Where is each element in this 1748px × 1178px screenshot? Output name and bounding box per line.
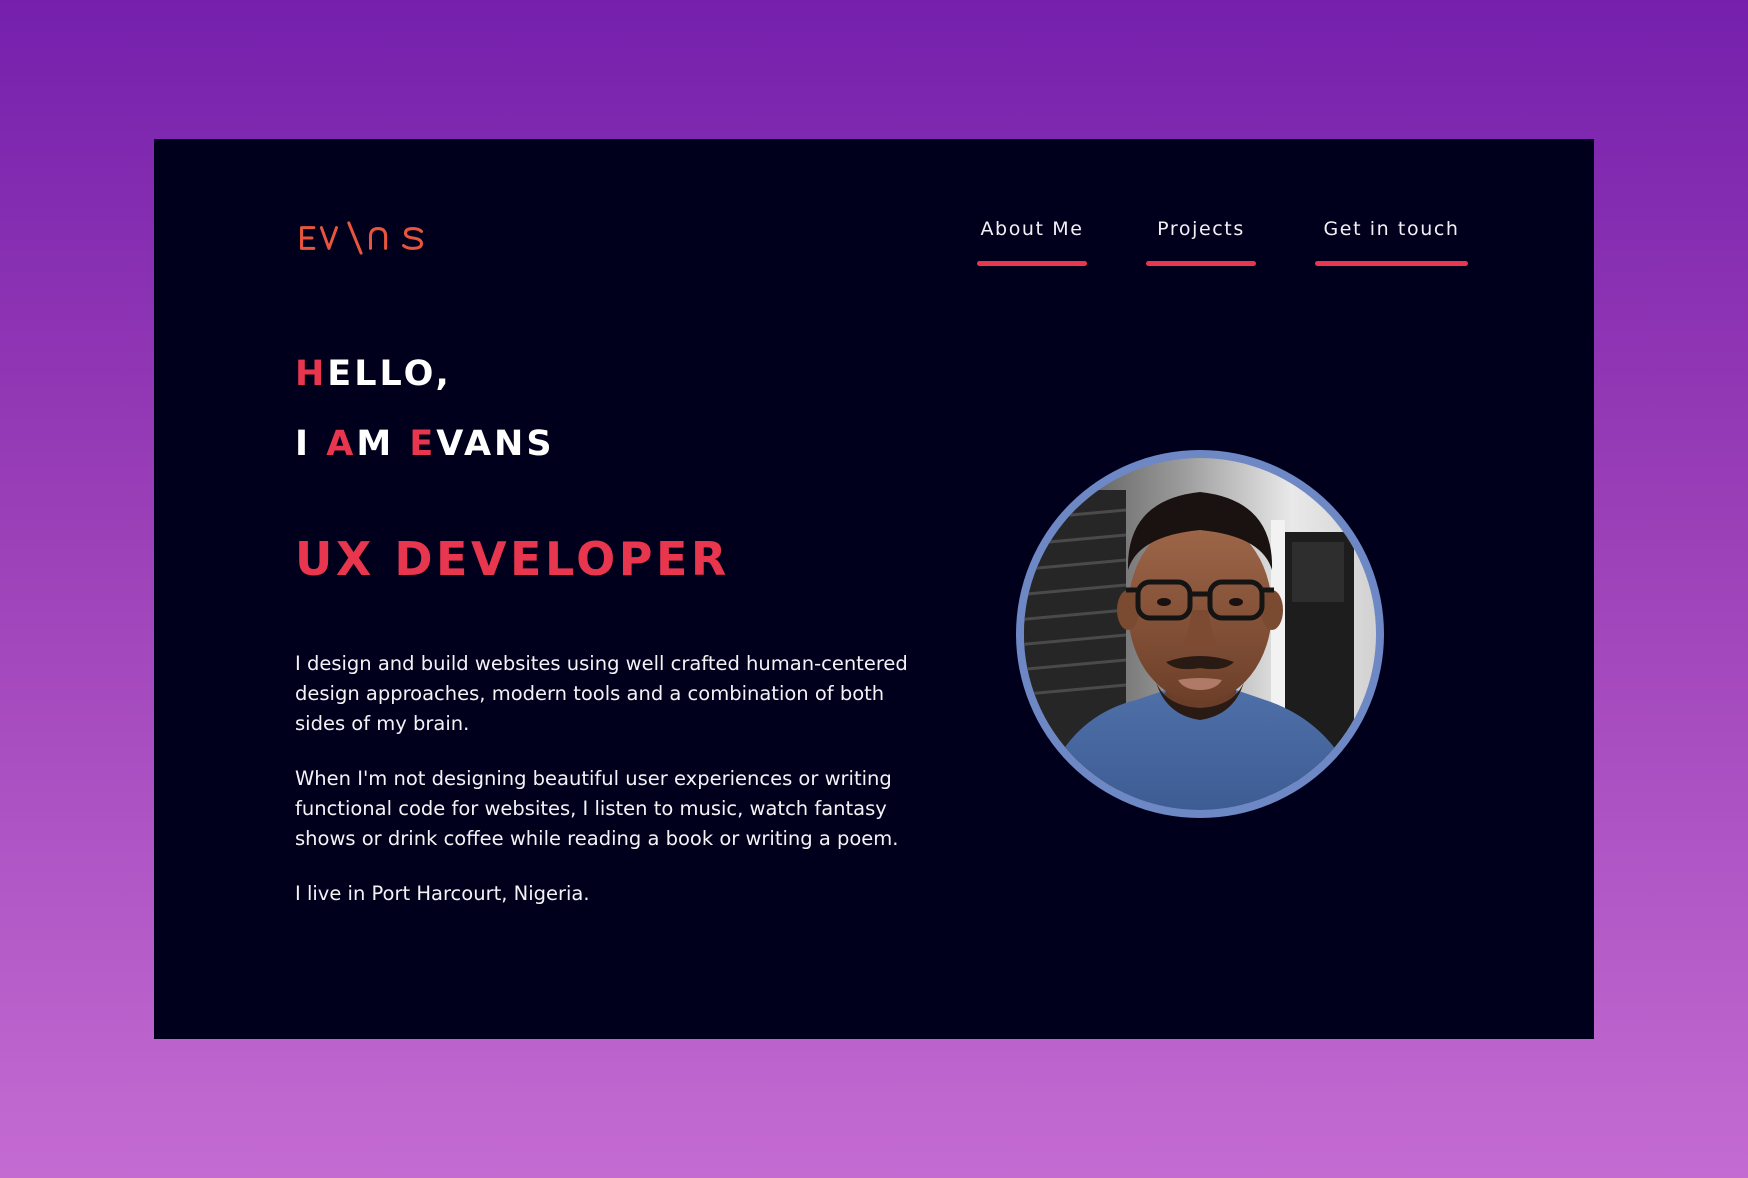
bio-paragraph-3: I live in Port Harcourt, Nigeria.: [295, 882, 590, 905]
greeting-rest: ELLO,: [327, 354, 452, 394]
greeting-vans: VANS: [436, 424, 555, 464]
role-title: UX DEVELOPER: [295, 532, 730, 586]
nav-about-me[interactable]: About Me: [977, 217, 1087, 267]
nav-about-me-label: About Me: [980, 218, 1084, 240]
nav-about-me-underline: [977, 261, 1087, 266]
greeting-i: I: [295, 424, 327, 464]
bio-section: I design and build websites using well c…: [295, 649, 935, 934]
greeting-accent-e: E: [409, 424, 437, 464]
nav-projects-underline: [1146, 261, 1256, 266]
greeting-line-2: I AM EVANS: [295, 424, 555, 464]
profile-photo-icon: [1024, 458, 1376, 810]
nav-get-in-touch-label: Get in touch: [1323, 218, 1460, 240]
nav-get-in-touch[interactable]: Get in touch: [1315, 217, 1468, 267]
nav-projects[interactable]: Projects: [1146, 217, 1256, 267]
greeting-m: M: [356, 424, 410, 464]
portfolio-card: About Me Projects Get in touch HELLO, I …: [154, 139, 1594, 1039]
profile-photo: [1016, 450, 1384, 818]
nav-projects-label: Projects: [1157, 218, 1245, 240]
greeting-accent-a: A: [326, 424, 357, 464]
greeting-line-1: HELLO,: [295, 354, 452, 394]
evans-logo[interactable]: [295, 221, 429, 255]
nav-get-in-touch-underline: [1315, 261, 1468, 266]
bio-paragraph-1: I design and build websites using well c…: [295, 652, 908, 735]
greeting-accent-h: H: [295, 354, 328, 394]
bio-paragraph-2: When I'm not designing beautiful user ex…: [295, 767, 899, 850]
